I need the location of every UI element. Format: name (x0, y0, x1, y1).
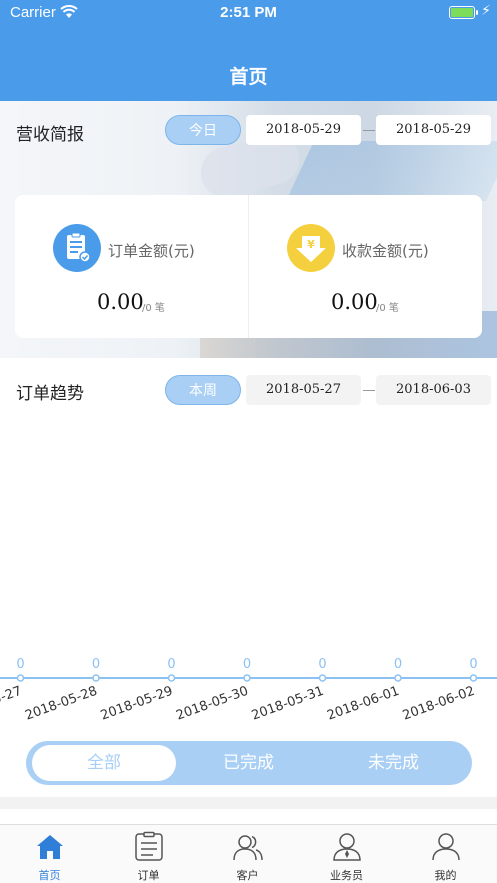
x-tick-label: 2018-05-29 (99, 684, 175, 724)
revenue-end-date[interactable]: 2018-05-29 (376, 115, 491, 145)
tab-orders-label: 订单 (137, 869, 160, 882)
tab-customers[interactable]: 客户 (198, 825, 297, 883)
status-segmented-control: 全部 已完成 未完成 (26, 741, 472, 785)
data-point (167, 674, 176, 682)
order-amount-label: 订单金额(元) (108, 242, 195, 260)
data-point (469, 674, 478, 682)
tab-profile[interactable]: 我的 (396, 825, 495, 883)
data-label: 0 (167, 657, 175, 672)
order-count: /0 笔 (142, 303, 165, 314)
page-title: 首页 (229, 66, 268, 88)
order-amount-value: 0.00 (97, 290, 144, 314)
data-label: 0 (469, 657, 477, 672)
revenue-start-date[interactable]: 2018-05-29 (246, 115, 361, 145)
trend-start-date[interactable]: 2018-05-27 (246, 375, 361, 405)
payment-count: /0 笔 (376, 303, 399, 314)
x-tick-label: 2018-05-28 (23, 684, 99, 724)
home-icon (37, 835, 63, 859)
yen-arrow-down-icon: ¥ (287, 224, 335, 272)
segment-incomplete[interactable]: 未完成 (321, 745, 466, 781)
data-point (16, 674, 25, 682)
tab-orders[interactable]: 订单 (99, 825, 198, 883)
profile-icon (432, 833, 460, 861)
trend-title: 订单趋势 (16, 384, 84, 404)
trend-end-date[interactable]: 2018-06-03 (376, 375, 491, 405)
section-divider (0, 797, 497, 809)
clipboard-check-icon (53, 224, 101, 272)
data-point (318, 674, 327, 682)
revenue-title: 营收简报 (16, 125, 84, 145)
battery-icon (449, 6, 475, 19)
data-label: 0 (394, 657, 402, 672)
clock: 2:51 PM (220, 4, 277, 21)
tab-salesperson[interactable]: 业务员 (297, 825, 396, 883)
card-divider (248, 195, 249, 338)
status-bar: Carrier 2:51 PM ⚡ (0, 0, 497, 26)
data-label: 0 (92, 657, 100, 672)
tab-customers-label: 客户 (236, 869, 259, 882)
revenue-today-button[interactable]: 今日 (165, 115, 241, 145)
data-point (243, 674, 251, 682)
data-point (394, 674, 402, 682)
x-tick-label: 2018-05-31 (250, 684, 326, 724)
payment-amount-value: 0.00 (331, 290, 378, 314)
x-tick-label: 2018-05-30 (174, 684, 250, 724)
tab-home-label: 首页 (38, 869, 61, 882)
data-point (92, 674, 100, 682)
battery-cap (476, 10, 478, 15)
data-label: 0 (16, 657, 24, 672)
banner-decoration (286, 141, 497, 201)
order-list-icon (135, 831, 163, 861)
data-label: 0 (318, 657, 326, 672)
payment-amount-label: 收款金额(元) (342, 242, 429, 260)
segment-all[interactable]: 全部 (32, 745, 176, 781)
date-separator (363, 130, 375, 131)
svg-text:¥: ¥ (307, 238, 315, 251)
segment-completed[interactable]: 已完成 (176, 745, 321, 781)
trend-week-button[interactable]: 本周 (165, 375, 241, 405)
tab-profile-label: 我的 (434, 869, 457, 882)
x-tick-label: 2018-06-01 (325, 684, 401, 724)
x-tick-label: 2018-05-27 (0, 684, 24, 724)
order-trend-chart: 0 2018-05-27 0 2018-05-28 0 2018-05-29 0 2018-0… (0, 657, 497, 724)
data-label: 0 (243, 657, 251, 672)
salesperson-icon (333, 833, 361, 861)
charging-icon: ⚡ (481, 3, 491, 19)
date-separator (363, 390, 375, 391)
tab-home[interactable]: 首页 (0, 825, 99, 883)
revenue-summary-card: 订单金额(元) 0.00 /0 笔 ¥ 收款金额(元) 0.00 /0 笔 (15, 195, 482, 338)
customers-icon (233, 835, 263, 861)
tab-salesperson-label: 业务员 (330, 869, 363, 882)
x-tick-label: 2018-06-02 (401, 684, 477, 724)
top-bar: Carrier 2:51 PM ⚡ 首页 (0, 0, 497, 101)
tab-bar: 首页 订单 客户 业务员 我的 (0, 824, 497, 883)
